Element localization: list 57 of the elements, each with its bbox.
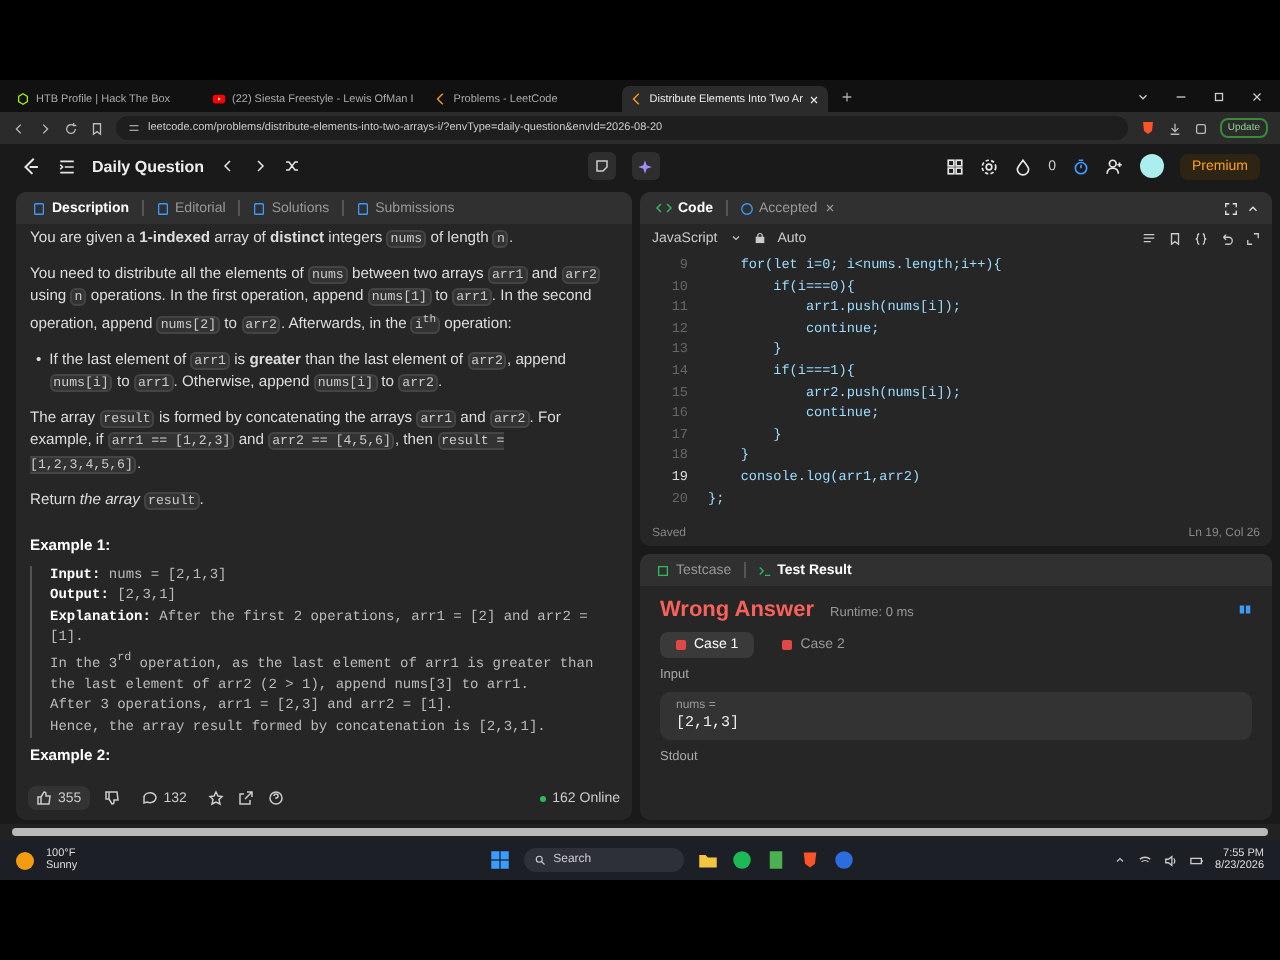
sparkle-button[interactable] — [631, 152, 660, 180]
thumbs-up-icon — [36, 790, 52, 806]
windows-icon — [489, 850, 510, 870]
terminal-icon — [757, 563, 772, 577]
shuffle-icon — [284, 158, 301, 174]
close-icon — [1250, 89, 1264, 103]
close-icon — [808, 93, 821, 105]
avatar[interactable] — [1139, 154, 1164, 178]
diff-icon — [1238, 602, 1252, 616]
add-user-icon — [1105, 157, 1124, 175]
thumbs-down-icon — [103, 790, 120, 806]
fullscreen-icon — [1224, 201, 1238, 215]
chevron-right-icon — [252, 158, 269, 174]
scrollbar-thumb[interactable] — [12, 828, 1268, 836]
braces-icon — [1194, 231, 1208, 245]
settings-icon — [980, 157, 999, 175]
nav-title[interactable]: Daily Question — [92, 157, 205, 175]
chevron-down-icon — [729, 232, 742, 244]
note-button[interactable] — [587, 152, 616, 180]
search-icon — [533, 854, 546, 866]
chevron-left-icon — [220, 158, 237, 174]
play-icon — [212, 92, 226, 106]
verdict-text: Wrong Answer — [660, 598, 815, 622]
document-icon — [32, 201, 46, 215]
lion-shield-icon — [1139, 120, 1156, 136]
folder-icon — [697, 850, 718, 870]
close-icon — [823, 202, 836, 214]
reload-icon — [64, 121, 78, 135]
lock-icon — [753, 232, 766, 244]
comment-icon — [141, 790, 158, 806]
wifi-icon — [1137, 853, 1152, 867]
chevron-up-icon — [1246, 201, 1260, 215]
restore-icon — [1212, 89, 1226, 103]
sun-icon — [16, 851, 34, 869]
forward-icon — [38, 121, 52, 135]
plus-icon — [840, 89, 855, 103]
code-icon — [656, 200, 672, 216]
note-icon — [593, 158, 610, 174]
list-icon — [58, 157, 76, 175]
back-icon — [12, 121, 26, 135]
grid-icon — [946, 157, 965, 175]
chevron-up-icon — [1113, 854, 1126, 866]
timer-icon — [1071, 157, 1090, 175]
speaker-icon — [1163, 853, 1178, 867]
star-icon — [208, 790, 225, 806]
bookmark-icon — [1168, 231, 1182, 245]
download-icon — [1167, 121, 1182, 135]
bookmark-icon — [90, 121, 104, 135]
undo-icon — [1220, 231, 1234, 245]
sparkle-icon — [636, 157, 655, 175]
expand-icon — [1246, 231, 1260, 245]
format-icon — [1142, 231, 1156, 245]
checkbox-icon — [656, 563, 670, 577]
help-icon — [268, 790, 285, 806]
battery-icon — [1189, 853, 1204, 867]
chevron-down-icon — [1136, 89, 1150, 103]
share-icon — [238, 790, 255, 806]
